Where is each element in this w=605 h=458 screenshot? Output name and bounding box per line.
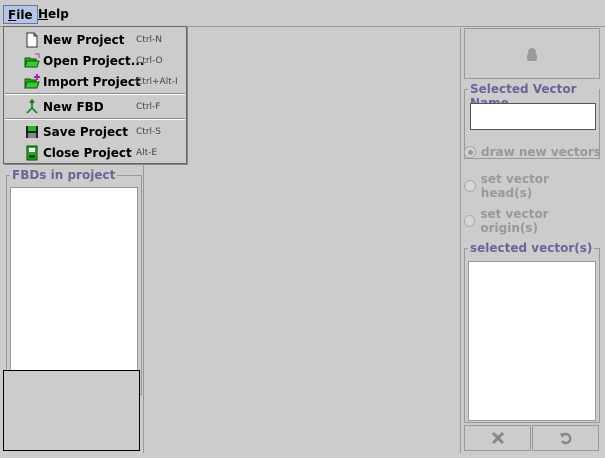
right-panel: Selected Vector Name draw new vectors se… — [462, 28, 602, 453]
radio-set-vector-origin[interactable]: set vector origin(s) — [464, 207, 602, 235]
menu-item-close-project[interactable]: Close Project Alt-E — [4, 143, 186, 163]
menu-item-accel: Ctrl-S — [136, 127, 161, 137]
menu-item-accel: Ctrl-F — [136, 102, 161, 112]
file-menu-dropdown: New Project Ctrl-N Open Project... Ctrl-… — [3, 26, 187, 164]
menu-item-label: Save Project — [43, 125, 128, 139]
lock-icon — [527, 47, 537, 61]
menu-item-label: New Project — [43, 33, 125, 47]
radio-button-checked[interactable] — [464, 146, 476, 158]
menu-item-label: Import Project — [43, 75, 141, 89]
menu-item-import-project[interactable]: Import Project Ctrl+Alt-I — [4, 72, 186, 92]
menu-item-label: New FBD — [43, 100, 104, 114]
radio-set-vector-head-label: set vector head(s) — [480, 172, 549, 200]
menu-item-label: Open Project... — [43, 54, 145, 68]
menu-item-save-project[interactable]: Save Project Ctrl-S — [4, 122, 186, 142]
menu-file-label: ile — [16, 8, 33, 22]
import-folder-icon — [24, 74, 40, 89]
selected-vector-name-input[interactable] — [470, 103, 596, 130]
radio-draw-new-vectors-label: draw new vectors — [481, 145, 601, 159]
open-folder-icon — [24, 53, 40, 68]
undo-icon — [559, 432, 572, 445]
save-icon — [26, 126, 38, 138]
menu-file-mnemonic: F — [8, 8, 17, 22]
new-fbd-icon — [26, 99, 38, 114]
menu-item-new-fbd[interactable]: New FBD Ctrl-F — [4, 97, 186, 117]
fbds-group-title: FBDs in project — [10, 168, 118, 182]
fbds-group: FBDs in project — [6, 168, 142, 395]
selected-vectors-group: selected vector(s) — [464, 241, 600, 423]
radio-set-vector-head[interactable]: set vector head(s) — [464, 172, 602, 200]
menu-bar: File Help — [0, 0, 605, 27]
menu-item-accel: Ctrl+Alt-I — [136, 77, 178, 87]
menu-help-label: elp — [48, 7, 69, 21]
close-project-icon — [26, 145, 38, 161]
radio-button[interactable] — [464, 180, 476, 192]
radio-button[interactable] — [464, 215, 476, 227]
new-document-icon — [26, 32, 38, 48]
menu-separator — [5, 118, 185, 120]
fbd-preview-box — [3, 370, 140, 451]
drawing-canvas[interactable] — [143, 28, 461, 453]
menu-item-new-project[interactable]: New Project Ctrl-N — [4, 30, 186, 50]
menu-help-mnemonic: H — [38, 7, 49, 21]
menu-item-accel: Ctrl-N — [136, 35, 162, 45]
delete-vector-button[interactable] — [464, 425, 531, 451]
menu-item-label: Close Project — [43, 146, 132, 160]
undo-button[interactable] — [532, 425, 599, 451]
menu-help[interactable]: Help — [34, 5, 73, 24]
radio-set-vector-origin-label: set vector origin(s) — [480, 207, 549, 235]
menu-separator — [5, 93, 185, 95]
selected-vectors-list[interactable] — [468, 261, 596, 421]
vector-color-button[interactable] — [464, 28, 600, 79]
fbds-list[interactable] — [10, 187, 138, 392]
menu-item-accel: Ctrl-O — [136, 56, 163, 66]
menu-file[interactable]: File — [3, 5, 38, 24]
menu-item-accel: Alt-E — [136, 148, 158, 158]
radio-draw-new-vectors[interactable]: draw new vectors — [464, 143, 601, 161]
selected-vectors-title: selected vector(s) — [468, 241, 595, 255]
menu-item-open-project[interactable]: Open Project... Ctrl-O — [4, 51, 186, 71]
delete-x-icon — [491, 431, 504, 445]
